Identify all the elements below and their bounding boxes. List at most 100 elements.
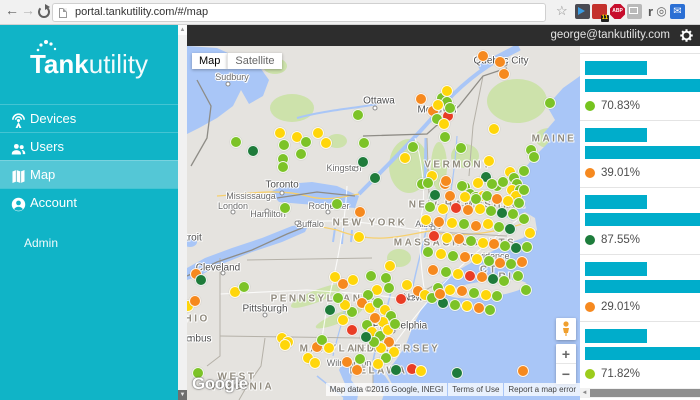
device-dot[interactable]: [447, 250, 459, 262]
device-dot[interactable]: [498, 68, 510, 80]
device-dot[interactable]: [449, 299, 461, 311]
satellite-view-button[interactable]: Satellite: [227, 53, 281, 69]
device-list-item[interactable]: 87.55%: [580, 187, 700, 254]
sidebar-item-account[interactable]: Account: [0, 188, 178, 216]
device-dot[interactable]: [464, 270, 476, 282]
device-dot[interactable]: [518, 184, 530, 196]
device-dot[interactable]: [468, 287, 480, 299]
device-dot[interactable]: [518, 165, 530, 177]
scroll-up-icon[interactable]: ▲: [178, 25, 187, 35]
gear-icon[interactable]: [679, 28, 694, 43]
device-dot[interactable]: [465, 235, 477, 247]
terms-link[interactable]: Terms of Use: [448, 383, 503, 396]
extension-icon-1[interactable]: [575, 4, 590, 19]
device-dot[interactable]: [432, 99, 444, 111]
device-dot[interactable]: [358, 137, 370, 149]
device-dot[interactable]: [352, 109, 364, 121]
device-dot[interactable]: [323, 342, 335, 354]
device-dot[interactable]: [455, 142, 467, 154]
device-dot[interactable]: [384, 260, 396, 272]
device-dot[interactable]: [483, 155, 495, 167]
device-dot[interactable]: [461, 300, 473, 312]
device-dot[interactable]: [470, 220, 482, 232]
device-dot[interactable]: [238, 281, 250, 293]
report-error-link[interactable]: Report a map error: [504, 383, 580, 396]
device-dot[interactable]: [440, 266, 452, 278]
device-dot[interactable]: [446, 217, 458, 229]
device-dot[interactable]: [520, 284, 532, 296]
zoom-in-button[interactable]: +: [556, 344, 576, 364]
device-dot[interactable]: [434, 288, 446, 300]
device-dot[interactable]: [528, 151, 540, 163]
device-dot[interactable]: [516, 256, 528, 268]
device-dot[interactable]: [247, 145, 259, 157]
device-dot[interactable]: [440, 175, 452, 187]
sidebar-item-admin[interactable]: Admin: [0, 236, 178, 250]
device-dot[interactable]: [477, 50, 489, 62]
device-dot[interactable]: [369, 172, 381, 184]
device-dot[interactable]: [422, 177, 434, 189]
device-dot[interactable]: [346, 324, 358, 336]
device-dot[interactable]: [372, 358, 384, 370]
device-dot[interactable]: [458, 218, 470, 230]
device-list-item[interactable]: 39.01%: [580, 120, 700, 187]
device-dot[interactable]: [451, 367, 463, 379]
device-dot[interactable]: [383, 282, 395, 294]
scroll-down-icon[interactable]: ▼: [178, 390, 187, 400]
device-dot[interactable]: [512, 270, 524, 282]
device-dot[interactable]: [521, 241, 533, 253]
device-dot[interactable]: [420, 214, 432, 226]
device-list-item[interactable]: 70.83%: [580, 53, 700, 120]
map-canvas[interactable]: SudburyOttawaKingstonTorontoMississaugaL…: [187, 46, 580, 400]
device-dot[interactable]: [441, 85, 453, 97]
device-dot[interactable]: [415, 365, 427, 377]
device-dot[interactable]: [472, 177, 484, 189]
forward-icon[interactable]: →: [20, 2, 36, 18]
device-dot[interactable]: [488, 123, 500, 135]
device-dot[interactable]: [274, 127, 286, 139]
device-list-item[interactable]: 71.82%: [580, 321, 700, 388]
device-dot[interactable]: [453, 233, 465, 245]
scroll-left-icon[interactable]: ◄: [580, 388, 589, 398]
device-dot[interactable]: [544, 97, 556, 109]
device-dot[interactable]: [444, 102, 456, 114]
device-dot[interactable]: [401, 279, 413, 291]
device-dot[interactable]: [433, 216, 445, 228]
device-dot[interactable]: [277, 161, 289, 173]
adblock-icon[interactable]: ABP: [610, 4, 625, 19]
device-dot[interactable]: [459, 251, 471, 263]
device-dot[interactable]: [422, 246, 434, 258]
device-dot[interactable]: [518, 213, 530, 225]
device-dot[interactable]: [189, 295, 201, 307]
device-dot[interactable]: [395, 293, 407, 305]
device-dot[interactable]: [435, 248, 447, 260]
extension-icon-2[interactable]: 11: [592, 4, 607, 19]
vertical-scrollbar[interactable]: ▲ ▼: [178, 25, 187, 400]
device-dot[interactable]: [456, 285, 468, 297]
device-dot[interactable]: [399, 152, 411, 164]
back-icon[interactable]: ←: [4, 2, 20, 18]
zoom-out-button[interactable]: −: [556, 364, 576, 384]
device-dot[interactable]: [389, 318, 401, 330]
sidebar-item-map[interactable]: Map: [0, 160, 178, 188]
mail-extension-icon[interactable]: ✉: [670, 4, 685, 19]
device-dot[interactable]: [324, 304, 336, 316]
sidebar-item-users[interactable]: Users: [0, 132, 178, 160]
device-dot[interactable]: [332, 292, 344, 304]
devices-extension-icon[interactable]: [627, 4, 642, 19]
device-dot[interactable]: [320, 137, 332, 149]
sidebar-item-devices[interactable]: Devices: [0, 104, 178, 132]
pegman-button[interactable]: [556, 318, 576, 340]
device-dot[interactable]: [353, 231, 365, 243]
device-dot[interactable]: [491, 290, 503, 302]
device-dot[interactable]: [444, 190, 456, 202]
device-dot[interactable]: [427, 264, 439, 276]
device-dot[interactable]: [347, 274, 359, 286]
address-bar[interactable]: portal.tankutility.com/#/map: [52, 3, 546, 22]
device-dot[interactable]: [452, 268, 464, 280]
device-dot[interactable]: [424, 201, 436, 213]
device-dot[interactable]: [497, 176, 509, 188]
map-view-button[interactable]: Map: [192, 53, 227, 69]
reload-icon[interactable]: [38, 6, 50, 18]
scrollbar-thumb[interactable]: [590, 389, 700, 397]
